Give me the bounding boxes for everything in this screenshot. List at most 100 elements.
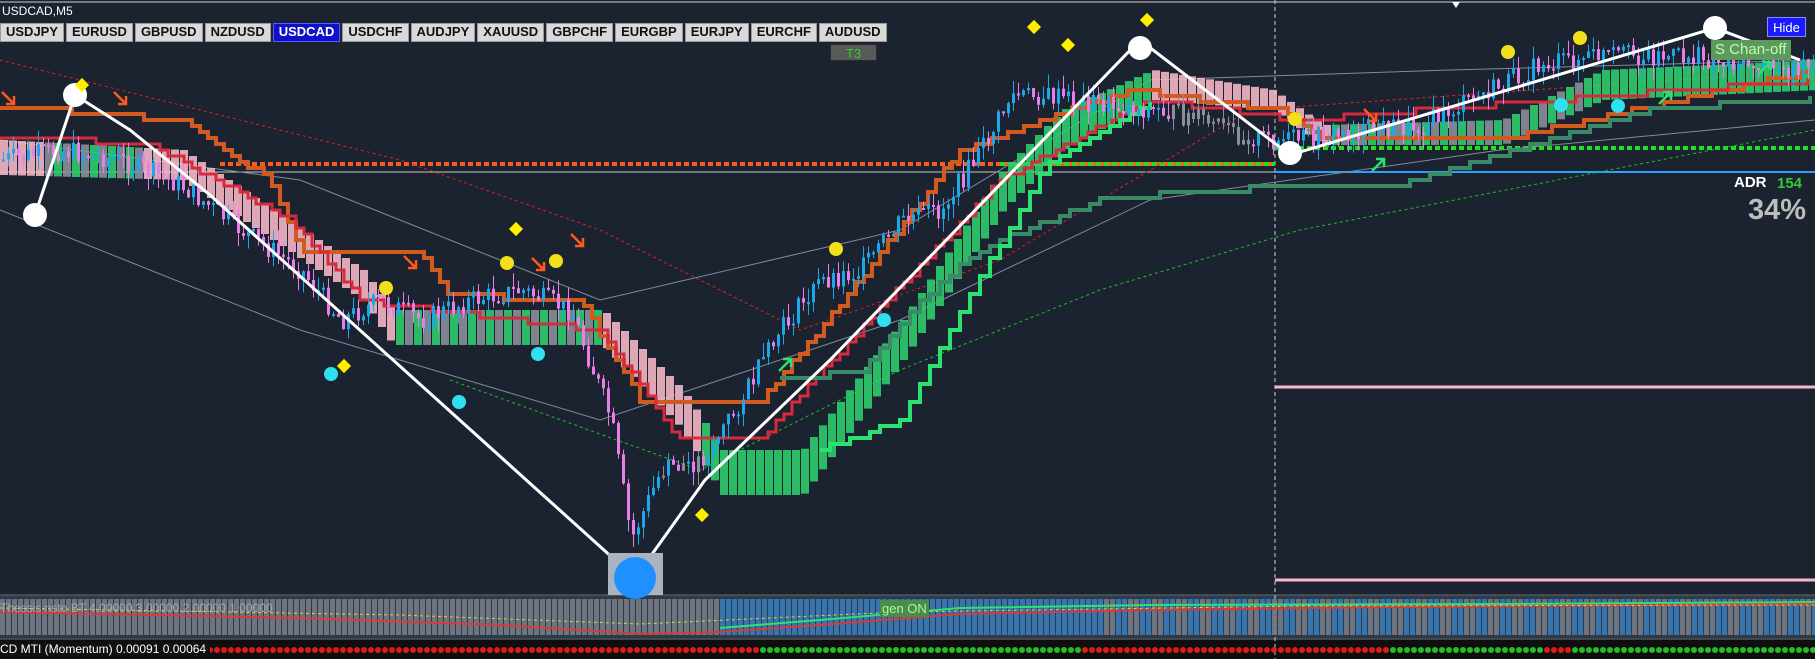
momentum-dot [1775,647,1781,653]
momentum-dot [1243,647,1249,653]
momentum-dot [1159,647,1165,653]
symbol-tab-gbpchf[interactable]: GBPCHF [546,23,614,42]
symbol-tab-usdjpy[interactable]: USDJPY [0,23,65,42]
momentum-dot [1173,647,1179,653]
cloud-segment [90,145,98,178]
hide-button[interactable]: Hide [1767,17,1806,37]
symbol-tab-usdcad[interactable]: USDCAD [272,23,341,42]
candle-body [1542,64,1545,73]
momentum-dot [1551,647,1557,653]
signal-dot-yellow [829,242,843,256]
candle-body [42,143,45,146]
t3-button[interactable]: T3 [830,44,877,61]
candle-body [492,288,495,302]
candle-body [437,306,440,319]
symbol-tab-audusd[interactable]: AUDUSD [818,23,887,42]
momentum-dot [557,647,563,653]
candle-body [562,299,565,309]
candle-body [387,297,390,309]
symbol-tab-gbpusd[interactable]: GBPUSD [134,23,203,42]
momentum-dot [851,647,857,653]
candle-body [252,228,255,232]
momentum-dot [725,647,731,653]
candle-body [1212,121,1215,124]
momentum-dot [284,647,290,653]
momentum-dot [1418,647,1424,653]
candle-body [557,293,560,309]
candle-body [942,208,945,219]
histogram-bar [528,599,533,635]
candle-body [1052,88,1055,104]
candle-body [1697,47,1700,65]
histogram-bar [654,599,659,635]
candle-body [837,272,840,287]
candle-body [912,214,915,221]
candle-body [1337,128,1340,137]
histogram-bar [1026,599,1031,635]
momentum-dot [1537,647,1543,653]
histogram-bar [306,599,311,635]
candle-body [897,216,900,235]
candle-body [407,302,410,305]
symbol-tab-nzdusd[interactable]: NZDUSD [204,23,271,42]
candle-body [707,455,710,466]
candle-body [1247,139,1250,145]
cloud-segment [396,310,404,345]
candle-body [792,323,795,326]
candle-body [207,201,210,205]
candle-body [1677,48,1680,51]
cloud-segment [738,450,746,495]
histogram-bar [984,599,989,635]
symbol-tab-eurjpy[interactable]: EURJPY [684,23,749,42]
candle-body [637,527,640,535]
momentum-dot [1488,647,1494,653]
channel-toggle-label[interactable]: S Chan-off [1711,40,1791,60]
symbol-tab-eurgbp[interactable]: EURGBP [615,23,683,42]
momentum-dot [515,647,521,653]
symbol-tab-eurusd[interactable]: EURUSD [66,23,133,42]
candle-body [777,334,780,347]
candle-body [1402,123,1405,135]
candle-body [762,356,765,360]
momentum-dot [1124,647,1130,653]
candle-body [482,300,485,304]
momentum-dot [823,647,829,653]
symbol-tab-xauusd[interactable]: XAUUSD [477,23,545,42]
momentum-dot [368,647,374,653]
momentum-dot [1761,647,1767,653]
candle-body [542,287,545,301]
histogram-bar [1002,599,1007,635]
momentum-dot [1453,647,1459,653]
histogram-bar [774,599,779,635]
momentum-dot [1306,647,1312,653]
histogram-bar [336,599,341,635]
cloud-segment [558,310,566,345]
symbol-tab-eurchf[interactable]: EURCHF [750,23,817,42]
momentum-dot [998,647,1004,653]
price-chart[interactable] [0,0,1815,659]
symbol-tab-audjpy[interactable]: AUDJPY [410,23,476,42]
candle-body [1147,106,1150,118]
momentum-dot [1068,647,1074,653]
momentum-dot [1614,647,1620,653]
momentum-dot [921,647,927,653]
momentum-dot [550,647,556,653]
candle-body [27,149,30,160]
candle-body [982,137,985,149]
candle-body [672,459,675,465]
candle-body [147,162,150,177]
histogram-bar [522,599,527,635]
momentum-dot [228,647,234,653]
momentum-dot [270,647,276,653]
candle-body [22,155,25,160]
histogram-bar [672,599,677,635]
candle-body [1637,55,1640,65]
momentum-dot [1572,647,1578,653]
candle-body [392,308,395,315]
momentum-dot [1502,647,1508,653]
momentum-dot [291,647,297,653]
candle-body [517,288,520,294]
candle-body [817,279,820,285]
symbol-tab-usdchf[interactable]: USDCHF [342,23,409,42]
momentum-dot [1768,647,1774,653]
